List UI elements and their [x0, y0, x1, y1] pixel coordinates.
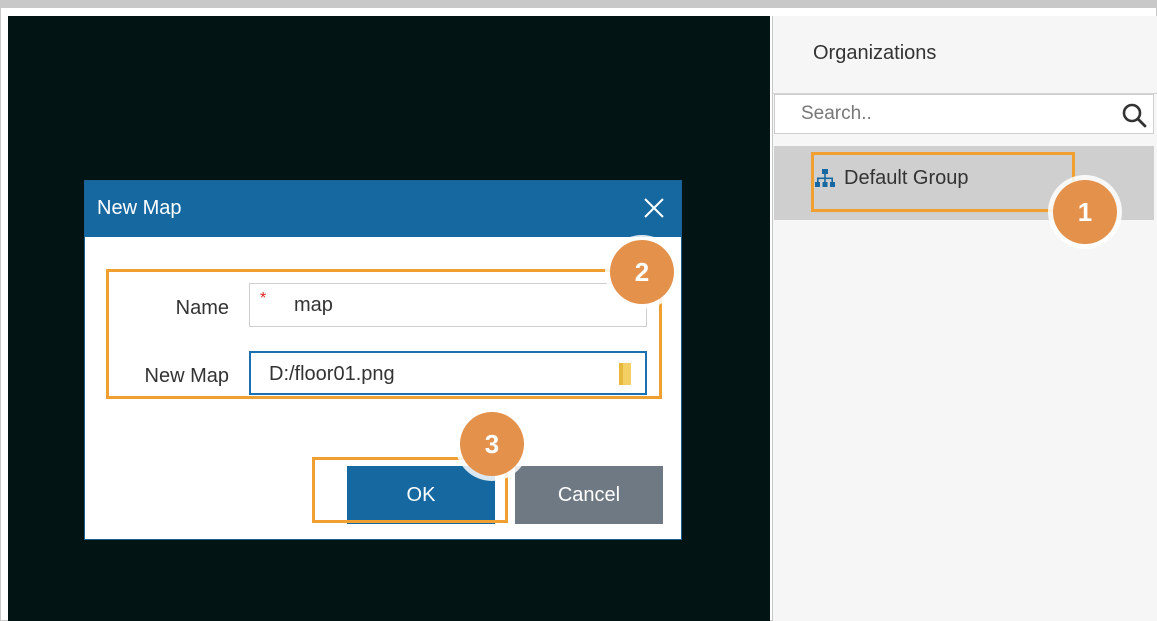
close-icon[interactable] [643, 197, 665, 219]
search-icon[interactable] [1121, 102, 1147, 128]
new-map-dialog: New Map Name * map New Map D:/floor01.pn… [84, 180, 682, 540]
step-badge-3: 3 [460, 412, 524, 476]
name-value: map [294, 294, 333, 316]
new-map-value: D:/floor01.png [269, 363, 395, 385]
name-label: Name [175, 297, 229, 319]
organizations-title: Organizations [813, 42, 937, 64]
new-map-file-field[interactable]: D:/floor01.png [249, 351, 647, 395]
required-mark: * [260, 290, 267, 307]
search-box [774, 94, 1154, 134]
dialog-title: New Map [97, 197, 182, 219]
step-badge-1: 1 [1053, 180, 1117, 244]
folder-icon[interactable] [617, 361, 633, 387]
organizations-header: Organizations [773, 16, 1157, 94]
dialog-titlebar: New Map [85, 181, 681, 237]
tree-item-default-group[interactable]: Default Group [814, 160, 969, 196]
cancel-button[interactable]: Cancel [515, 466, 663, 524]
search-input[interactable] [775, 95, 1131, 133]
new-map-label: New Map [144, 365, 229, 387]
name-field[interactable]: * map [249, 283, 647, 327]
org-tree-icon [815, 169, 835, 187]
tree-item-label: Default Group [844, 166, 969, 189]
ok-button[interactable]: OK [347, 466, 495, 524]
step-badge-2: 2 [610, 240, 674, 304]
